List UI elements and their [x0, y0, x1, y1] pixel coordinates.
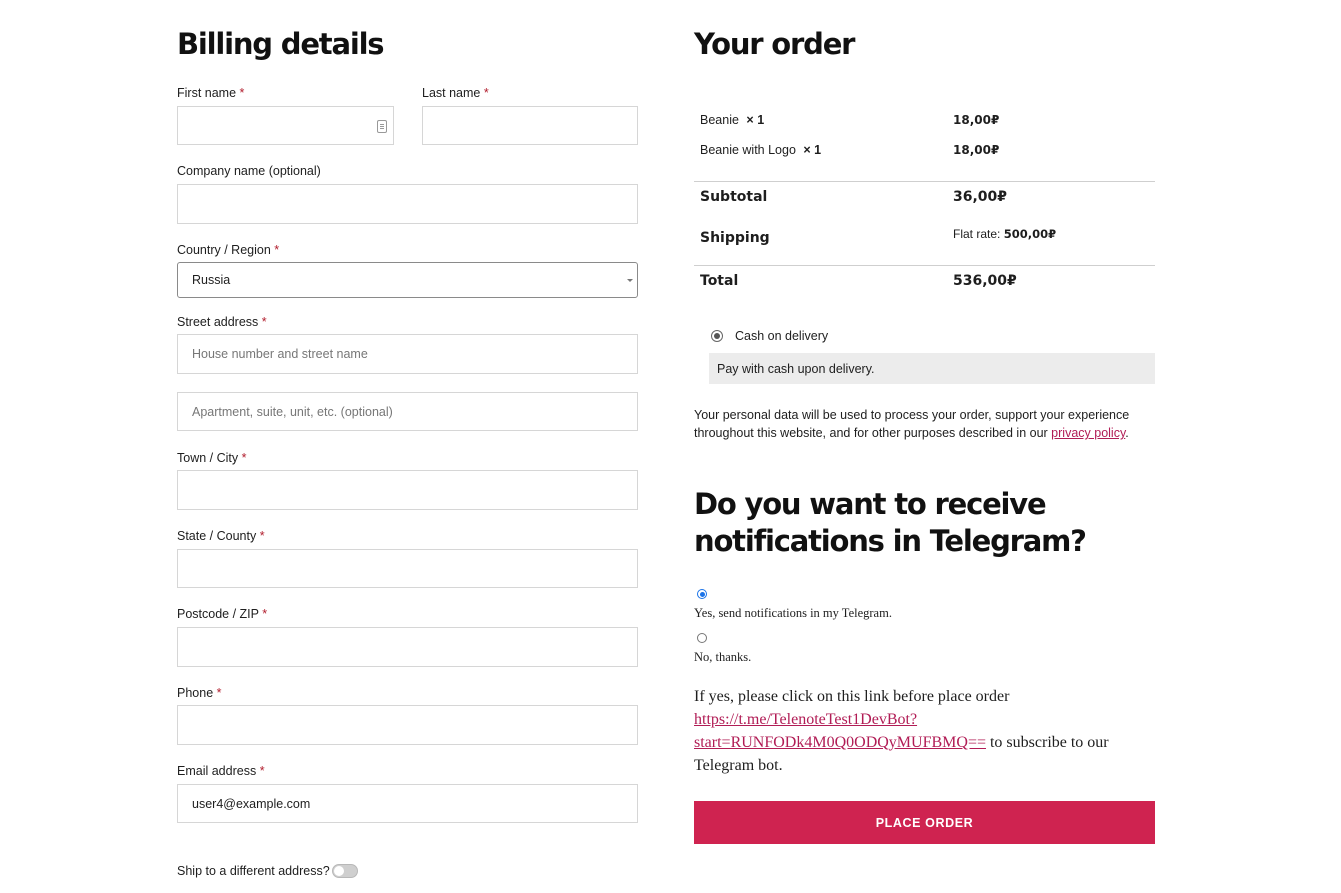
divider — [694, 265, 1155, 266]
telegram-instructions: If yes, please click on this link before… — [694, 688, 1109, 774]
privacy-notice: Your personal data will be used to proce… — [694, 408, 1130, 440]
country-label: Country / Region * — [177, 243, 280, 257]
toggle-knob — [334, 866, 344, 876]
privacy-policy-link[interactable]: privacy policy — [1051, 426, 1125, 440]
shipping-value: Flat rate: 500,00₽ — [953, 227, 1057, 241]
telegram-no-radio[interactable] — [697, 633, 707, 643]
state-field[interactable] — [177, 549, 638, 588]
subtotal-row: Subtotal 36,00₽ — [694, 189, 1155, 207]
company-label: Company name (optional) — [177, 164, 321, 178]
postcode-label: Postcode / ZIP * — [177, 607, 268, 621]
first-name-field[interactable] — [177, 106, 394, 145]
item-quantity: × 1 — [746, 113, 765, 127]
order-item: Beanie with Logo × 1 18,00₽ — [694, 143, 1155, 159]
ship-different-toggle[interactable] — [332, 864, 358, 878]
order-title: Your order — [694, 27, 855, 61]
last-name-label: Last name * — [422, 86, 489, 100]
postcode-field[interactable] — [177, 627, 638, 667]
item-price: 18,00₽ — [953, 113, 1000, 127]
city-label: Town / City * — [177, 451, 247, 465]
state-label: State / County * — [177, 529, 265, 543]
place-order-button[interactable]: PLACE ORDER — [694, 801, 1155, 844]
order-item: Beanie × 1 18,00₽ — [694, 113, 1155, 129]
company-field[interactable] — [177, 184, 638, 224]
total-row: Total 536,00₽ — [694, 273, 1155, 291]
telegram-yes-radio[interactable] — [697, 589, 707, 599]
first-name-label: First name * — [177, 86, 245, 100]
total-label: Total — [700, 273, 739, 289]
country-select[interactable]: Russia — [177, 262, 638, 298]
payment-description: Pay with cash upon delivery. — [709, 353, 1155, 384]
street-address-2-field[interactable]: Apartment, suite, unit, etc. (optional) — [177, 392, 638, 431]
email-label: Email address * — [177, 764, 265, 778]
email-field[interactable]: user4@example.com — [177, 784, 638, 823]
item-quantity: × 1 — [803, 143, 822, 157]
last-name-field[interactable] — [422, 106, 638, 145]
telegram-bot-link[interactable]: https://t.me/TelenoteTest1DevBot? start=R… — [694, 711, 986, 751]
item-name: Beanie — [700, 113, 739, 127]
item-name: Beanie with Logo — [700, 143, 796, 157]
subtotal-label: Subtotal — [700, 189, 768, 205]
payment-cod-radio[interactable] — [711, 330, 723, 342]
item-price: 18,00₽ — [953, 143, 1000, 157]
telegram-yes-label[interactable]: Yes, send notifications in my Telegram. — [694, 606, 892, 621]
total-value: 536,00₽ — [953, 273, 1017, 289]
street-label: Street address * — [177, 315, 267, 329]
billing-title: Billing details — [177, 27, 385, 61]
subtotal-value: 36,00₽ — [953, 189, 1008, 205]
phone-field[interactable] — [177, 705, 638, 745]
telegram-title: Do you want to receive notifications in … — [694, 487, 1087, 558]
telegram-no-label[interactable]: No, thanks. — [694, 650, 751, 665]
ship-different-label: Ship to a different address? — [177, 864, 330, 878]
autofill-contact-icon[interactable] — [377, 120, 387, 133]
shipping-row: Shipping Flat rate: 500,00₽ — [694, 227, 1155, 247]
city-field[interactable] — [177, 470, 638, 510]
divider — [694, 181, 1155, 182]
chevron-down-icon — [627, 279, 633, 282]
street-address-field[interactable]: House number and street name — [177, 334, 638, 374]
phone-label: Phone * — [177, 686, 222, 700]
shipping-label: Shipping — [700, 230, 770, 246]
payment-method-label[interactable]: Cash on delivery — [735, 328, 828, 344]
